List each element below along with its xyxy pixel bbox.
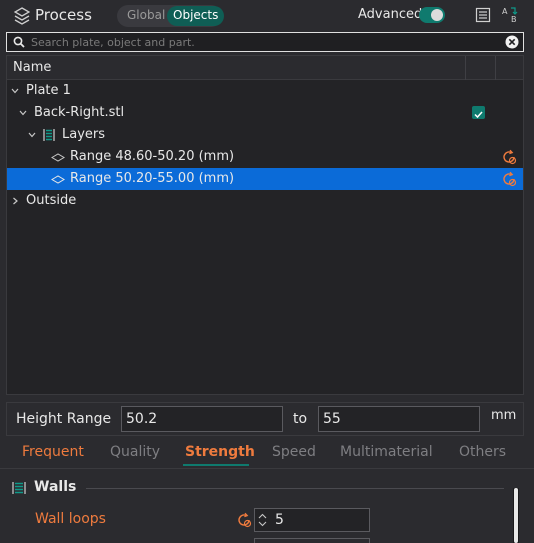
tab-strength[interactable]: Strength [185, 444, 255, 460]
column-divider[interactable] [495, 56, 496, 80]
settings-tabs: Frequent Quality Strength Speed Multimat… [0, 440, 534, 468]
list-icon[interactable] [475, 7, 491, 23]
mode-objects-option[interactable]: Objects [167, 6, 225, 26]
tree-row-label: Plate 1 [26, 83, 71, 98]
search-icon [13, 36, 25, 48]
tree-row-object[interactable]: Back-Right.stl [7, 102, 523, 124]
settings-scrollbar[interactable] [513, 488, 519, 543]
divider [0, 468, 534, 469]
tree-row-range[interactable]: Range 48.60-50.20 (mm) [7, 146, 523, 168]
process-header: Process Global Objects Advanced A B [0, 0, 534, 32]
height-range-unit: mm [491, 408, 517, 423]
check-icon [474, 111, 483, 119]
tree-row-label: Outside [26, 193, 77, 208]
object-checkbox[interactable] [472, 106, 485, 119]
height-range-from-input[interactable] [121, 406, 283, 432]
mode-global-option[interactable]: Global [127, 8, 165, 22]
toggle-knob [431, 9, 443, 21]
height-range-row: Height Range to mm [6, 402, 524, 436]
height-range-to-input[interactable] [318, 406, 480, 432]
svg-text:B: B [511, 15, 517, 24]
compare-icon[interactable]: A B [502, 6, 518, 24]
tree-row-label: Back-Right.stl [34, 105, 125, 120]
mode-switch[interactable]: Global Objects [117, 5, 225, 27]
range-icon [51, 153, 65, 162]
active-tab-indicator [183, 464, 249, 466]
tree-row-label: Layers [62, 127, 106, 142]
reset-icon[interactable] [236, 512, 252, 528]
column-divider[interactable] [465, 56, 466, 80]
object-tree: Name Plate 1 Back-Right.stl Layers Range… [6, 55, 524, 395]
search-input[interactable] [31, 34, 491, 50]
tree-header: Name [7, 56, 523, 80]
process-icon [14, 7, 30, 25]
group-title: Walls [34, 479, 77, 495]
height-range-to-label: to [293, 411, 308, 427]
wall-loops-stepper[interactable]: 5 [254, 508, 370, 532]
group-divider [86, 488, 504, 489]
chevron-down-icon[interactable] [10, 86, 20, 96]
tab-others[interactable]: Others [459, 444, 506, 460]
height-range-label: Height Range [16, 411, 112, 427]
scrollbar-thumb[interactable] [514, 488, 518, 543]
panel-title: Process [35, 6, 92, 24]
column-name-header[interactable]: Name [13, 60, 51, 75]
chevron-down-icon[interactable] [18, 108, 28, 118]
reset-icon[interactable] [501, 171, 517, 187]
chevron-down-icon[interactable] [27, 130, 37, 140]
wall-loops-value[interactable]: 5 [275, 512, 284, 528]
tab-speed[interactable]: Speed [272, 444, 316, 460]
stepper-arrows-icon[interactable] [258, 512, 267, 528]
clear-icon[interactable] [505, 35, 519, 49]
search-bar[interactable] [6, 32, 524, 52]
chevron-right-icon[interactable] [10, 196, 20, 206]
tree-row-plate[interactable]: Plate 1 [7, 80, 523, 102]
svg-text:A: A [502, 7, 508, 16]
tab-multimaterial[interactable]: Multimaterial [340, 444, 433, 460]
tab-quality[interactable]: Quality [110, 444, 160, 460]
tree-row-label: Range 50.20-55.00 (mm) [70, 171, 235, 186]
advanced-toggle[interactable] [419, 7, 445, 23]
tree-row-range-selected[interactable]: Range 50.20-55.00 (mm) [7, 168, 523, 190]
tab-frequent[interactable]: Frequent [22, 444, 84, 460]
advanced-label: Advanced [358, 7, 423, 22]
layers-icon [43, 129, 55, 141]
tree-row-outside[interactable]: Outside [7, 190, 523, 212]
range-icon [51, 175, 65, 184]
walls-icon [12, 482, 26, 494]
tree-row-layers[interactable]: Layers [7, 124, 523, 146]
tree-row-label: Range 48.60-50.20 (mm) [70, 149, 235, 164]
wall-loops-label: Wall loops [35, 511, 106, 527]
reset-icon[interactable] [501, 149, 517, 165]
next-setting-field[interactable] [254, 538, 370, 543]
